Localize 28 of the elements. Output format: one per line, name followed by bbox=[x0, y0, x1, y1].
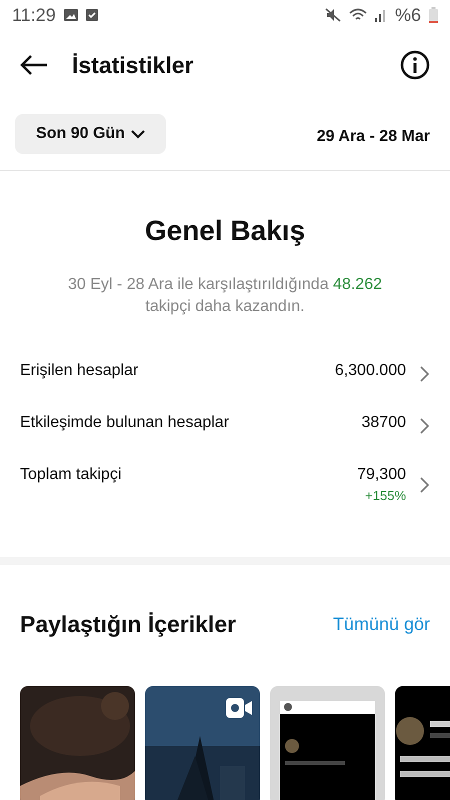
metric-label[interactable]: Toplam takipçi bbox=[20, 466, 358, 484]
chevron-right-icon[interactable] bbox=[420, 476, 430, 492]
metric-label[interactable]: Etkileşimde bulunan hesaplar bbox=[20, 414, 362, 432]
checkbox-icon bbox=[86, 9, 98, 21]
chevron-right-icon[interactable] bbox=[420, 366, 430, 382]
see-all-link[interactable]: Tümünü gör bbox=[332, 614, 430, 635]
chevron-right-icon[interactable] bbox=[420, 418, 430, 434]
back-arrow-icon[interactable] bbox=[20, 54, 48, 76]
section-title: Paylaştığın İçerikler bbox=[20, 611, 238, 638]
metric-value: 79,300 bbox=[357, 466, 406, 484]
period-dropdown[interactable]: Son 90 Gün bbox=[15, 114, 166, 154]
metric-value: 6,300.000 bbox=[334, 362, 406, 380]
status-time: 11:29 bbox=[12, 4, 56, 26]
chevron-down-icon bbox=[130, 130, 145, 138]
date-range: 29 Ara - 28 Mar bbox=[316, 127, 430, 146]
battery-percent: %6 bbox=[394, 4, 421, 26]
page-title: İstatistikler bbox=[72, 52, 194, 78]
image-icon bbox=[64, 9, 78, 21]
mute-icon bbox=[324, 8, 341, 22]
signal-icon bbox=[374, 8, 387, 22]
wifi-icon bbox=[348, 8, 367, 22]
battery-icon bbox=[429, 7, 438, 23]
section-title: Genel Bakış bbox=[144, 215, 306, 247]
comparison-text: 30 Eyl - 28 Ara ile karşılaştırıldığında 48.262 takipçi daha kazandın. bbox=[67, 275, 383, 317]
metric-value: 38700 bbox=[362, 414, 406, 432]
info-icon[interactable] bbox=[400, 50, 430, 80]
metric-label[interactable]: Erişilen hesaplar bbox=[20, 362, 335, 380]
metric-change: +155% bbox=[365, 488, 406, 503]
